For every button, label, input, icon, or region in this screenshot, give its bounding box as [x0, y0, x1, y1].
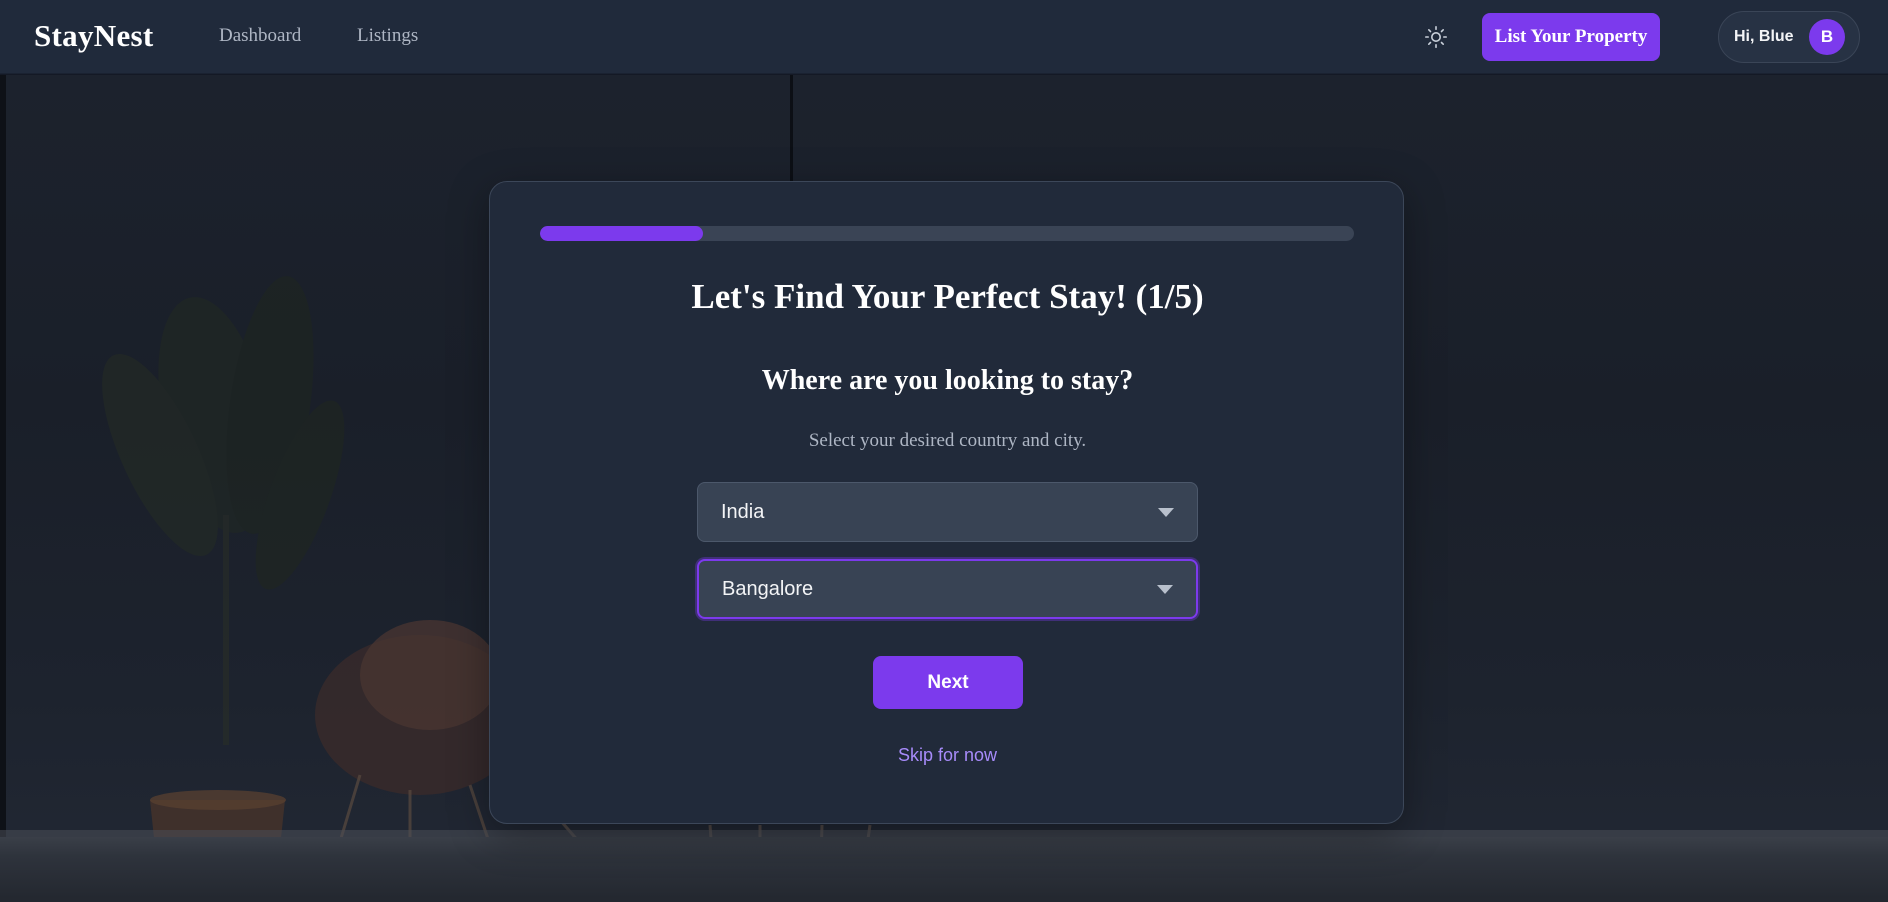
list-your-property-button[interactable]: List Your Property	[1482, 13, 1660, 61]
country-select-value: India	[721, 500, 765, 523]
nav-link-listings[interactable]: Listings	[357, 25, 418, 47]
user-menu-button[interactable]: Hi, Blue B	[1718, 11, 1860, 63]
step-question: Where are you looking to stay?	[761, 365, 1134, 396]
user-greeting: Hi, Blue	[1734, 28, 1794, 45]
nav-link-dashboard[interactable]: Dashboard	[219, 25, 301, 47]
progress-bar	[540, 226, 1354, 241]
progress-bar-fill	[540, 226, 703, 241]
avatar: B	[1809, 19, 1845, 55]
chevron-down-icon	[1158, 508, 1174, 517]
onboarding-title: Let's Find Your Perfect Stay! (1/5)	[691, 277, 1204, 316]
city-select-value: Bangalore	[722, 577, 814, 600]
country-select[interactable]: India	[697, 482, 1198, 542]
onboarding-card: Let's Find Your Perfect Stay! (1/5) Wher…	[489, 181, 1404, 824]
step-hint: Select your desired country and city.	[808, 430, 1087, 451]
theme-toggle-button[interactable]	[1421, 22, 1451, 52]
background-floor	[0, 837, 1888, 902]
next-button[interactable]: Next	[873, 656, 1023, 709]
chevron-down-icon	[1157, 585, 1173, 594]
sun-icon	[1424, 25, 1448, 49]
top-navbar: StayNest Dashboard Listings List Your Pr…	[0, 0, 1888, 74]
app-logo[interactable]: StayNest	[34, 18, 154, 54]
skip-link[interactable]: Skip for now	[490, 745, 1405, 766]
city-select[interactable]: Bangalore	[697, 559, 1198, 619]
